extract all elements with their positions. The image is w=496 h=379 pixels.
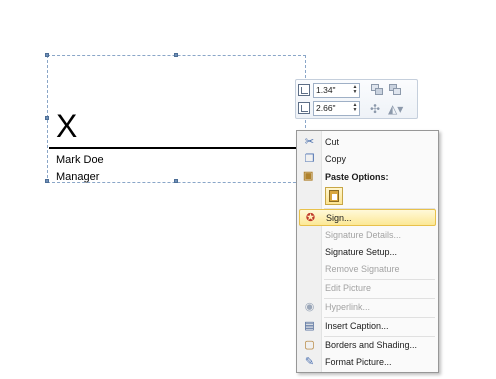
format-picture-icon: ✎ [304,356,315,368]
width-spinner[interactable]: ▲ ▼ [352,103,358,114]
resize-handle-bottom[interactable] [174,179,178,183]
send-backward-icon[interactable] [388,83,402,97]
menu-item-insert-caption[interactable]: ▤ Insert Caption... [299,318,436,335]
signature-rule [49,147,305,149]
paste-options-header: ▣ Paste Options: [303,170,389,182]
paste-icon: ▣ [303,170,314,182]
menu-item-remove-signature[interactable]: Remove Signature [299,261,436,278]
bring-forward-icon[interactable] [370,83,384,97]
menu-item-sign[interactable]: ✪ Sign... [299,209,436,226]
paste-keep-source-button[interactable] [325,187,343,205]
menu-item-edit-picture[interactable]: Edit Picture [299,280,436,297]
hyperlink-icon: ◉ [304,301,315,313]
resize-handle-bottom-left[interactable] [45,179,49,183]
menu-item-cut[interactable]: ✂ Cut [299,134,436,151]
shape-height-icon [298,84,310,96]
clipboard-icon [329,190,339,202]
menu-item-signature-details[interactable]: Signature Details... [299,227,436,244]
resize-handle-top-left[interactable] [45,53,49,57]
menu-item-copy[interactable]: ❐ Copy [299,151,436,168]
size-mini-toolbar: 1.34" ▲ ▼ 2.66" ▲ ▼ ✣ ◭▾ [295,79,418,119]
shape-height-field[interactable]: 1.34" ▲ ▼ [313,83,360,98]
copy-icon: ❐ [304,153,315,165]
resize-handle-top[interactable] [174,53,178,57]
sign-ribbon-icon: ✪ [305,212,316,224]
resize-handle-left[interactable] [45,116,49,120]
menu-item-hyperlink[interactable]: ◉ Hyperlink... [299,299,436,316]
borders-shading-icon: ▢ [304,339,315,351]
shape-width-field[interactable]: 2.66" ▲ ▼ [313,101,360,116]
menu-item-format-picture[interactable]: ✎ Format Picture... [299,354,436,371]
insert-caption-icon: ▤ [304,320,315,332]
signer-title: Manager [56,171,100,183]
signature-line-graphic[interactable]: X Mark Doe Manager [45,53,306,183]
context-menu: ✂ Cut ❐ Copy ▣ Paste Options: ✪ Sign... … [296,130,439,373]
menu-item-signature-setup[interactable]: Signature Setup... [299,244,436,261]
crop-icon[interactable]: ✣ [370,102,384,116]
picture-styles-icon[interactable]: ◭▾ [388,102,412,116]
menu-item-borders-shading[interactable]: ▢ Borders and Shading... [299,337,436,354]
height-spinner[interactable]: ▲ ▼ [352,85,358,96]
scissors-icon: ✂ [304,136,315,148]
signer-name: Mark Doe [56,154,104,166]
signature-x-mark: X [56,108,78,144]
shape-width-icon [298,102,310,114]
